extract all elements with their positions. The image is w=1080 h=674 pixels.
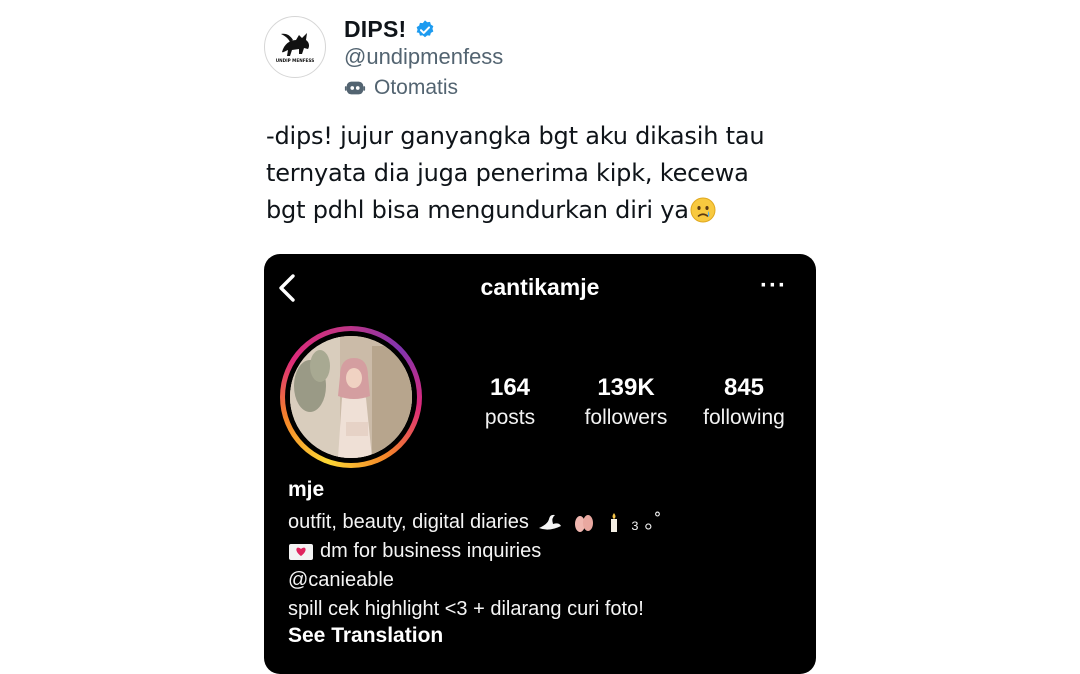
instagram-profile-screenshot[interactable]: cantikamje ··· 164 posts 139K followers … — [264, 254, 816, 674]
ig-display-name: mje — [288, 478, 325, 501]
bio-line-2: dm for business inquiries — [320, 540, 542, 562]
bio-mention-link[interactable]: @canieable — [288, 566, 661, 595]
followers-label: followers — [584, 406, 668, 429]
bio-line-1: outfit, beauty, digital diaries — [288, 511, 529, 533]
stat-posts[interactable]: 164 posts — [450, 374, 570, 430]
bio-line: outfit, beauty, digital diaries ₃ ｡˚ — [288, 508, 661, 537]
profile-photo — [290, 336, 412, 458]
bio-line-3[interactable]: @canieable — [288, 566, 394, 595]
posts-count: 164 — [489, 374, 531, 401]
ig-bio: outfit, beauty, digital diaries ₃ ｡˚ dm … — [288, 508, 661, 624]
story-ring[interactable] — [280, 326, 422, 468]
swan-emoji-icon — [538, 514, 561, 530]
bio-line: spill cek highlight <3 + dilarang curi f… — [288, 595, 661, 624]
undip-menfess-logo: UNDIP MENFESS — [267, 19, 323, 75]
svg-text:UNDIP MENFESS: UNDIP MENFESS — [276, 58, 315, 63]
posts-label: posts — [484, 406, 536, 429]
author-display-name[interactable]: DIPS! — [344, 16, 406, 43]
automated-account-label[interactable]: Otomatis — [344, 76, 458, 100]
automated-label-text: Otomatis — [374, 76, 459, 99]
author-name[interactable]: DIPS! — [344, 16, 436, 43]
author-handle[interactable]: @undipmenfess — [344, 44, 503, 70]
ig-username-title: cantikamje — [480, 274, 600, 300]
see-translation-link[interactable]: See Translation — [288, 624, 443, 648]
followers-count: 139K — [597, 374, 655, 401]
ballet-shoes-emoji-icon — [574, 514, 593, 532]
account-avatar[interactable]: UNDIP MENFESS — [264, 16, 326, 78]
love-letter-emoji-icon — [289, 543, 313, 560]
following-count: 845 — [723, 374, 765, 401]
following-label: following — [703, 406, 785, 429]
stat-following[interactable]: 845 following — [684, 374, 804, 430]
verified-badge-icon — [417, 19, 434, 37]
more-options-icon[interactable]: ··· — [760, 272, 787, 300]
bio-line: dm for business inquiries — [288, 537, 661, 566]
stat-followers[interactable]: 139K followers — [566, 374, 686, 430]
profile-photo-image — [290, 336, 412, 458]
robot-icon — [344, 81, 366, 95]
candle-emoji-icon — [610, 512, 617, 532]
crying-face-emoji-icon — [690, 197, 716, 223]
bio-line-1-suffix: ₃ ｡˚ — [630, 511, 662, 533]
bio-line-4: spill cek highlight <3 + dilarang curi f… — [288, 598, 644, 620]
tweet-body: -dips! jujur ganyangka bgt aku dikasih t… — [266, 118, 826, 229]
